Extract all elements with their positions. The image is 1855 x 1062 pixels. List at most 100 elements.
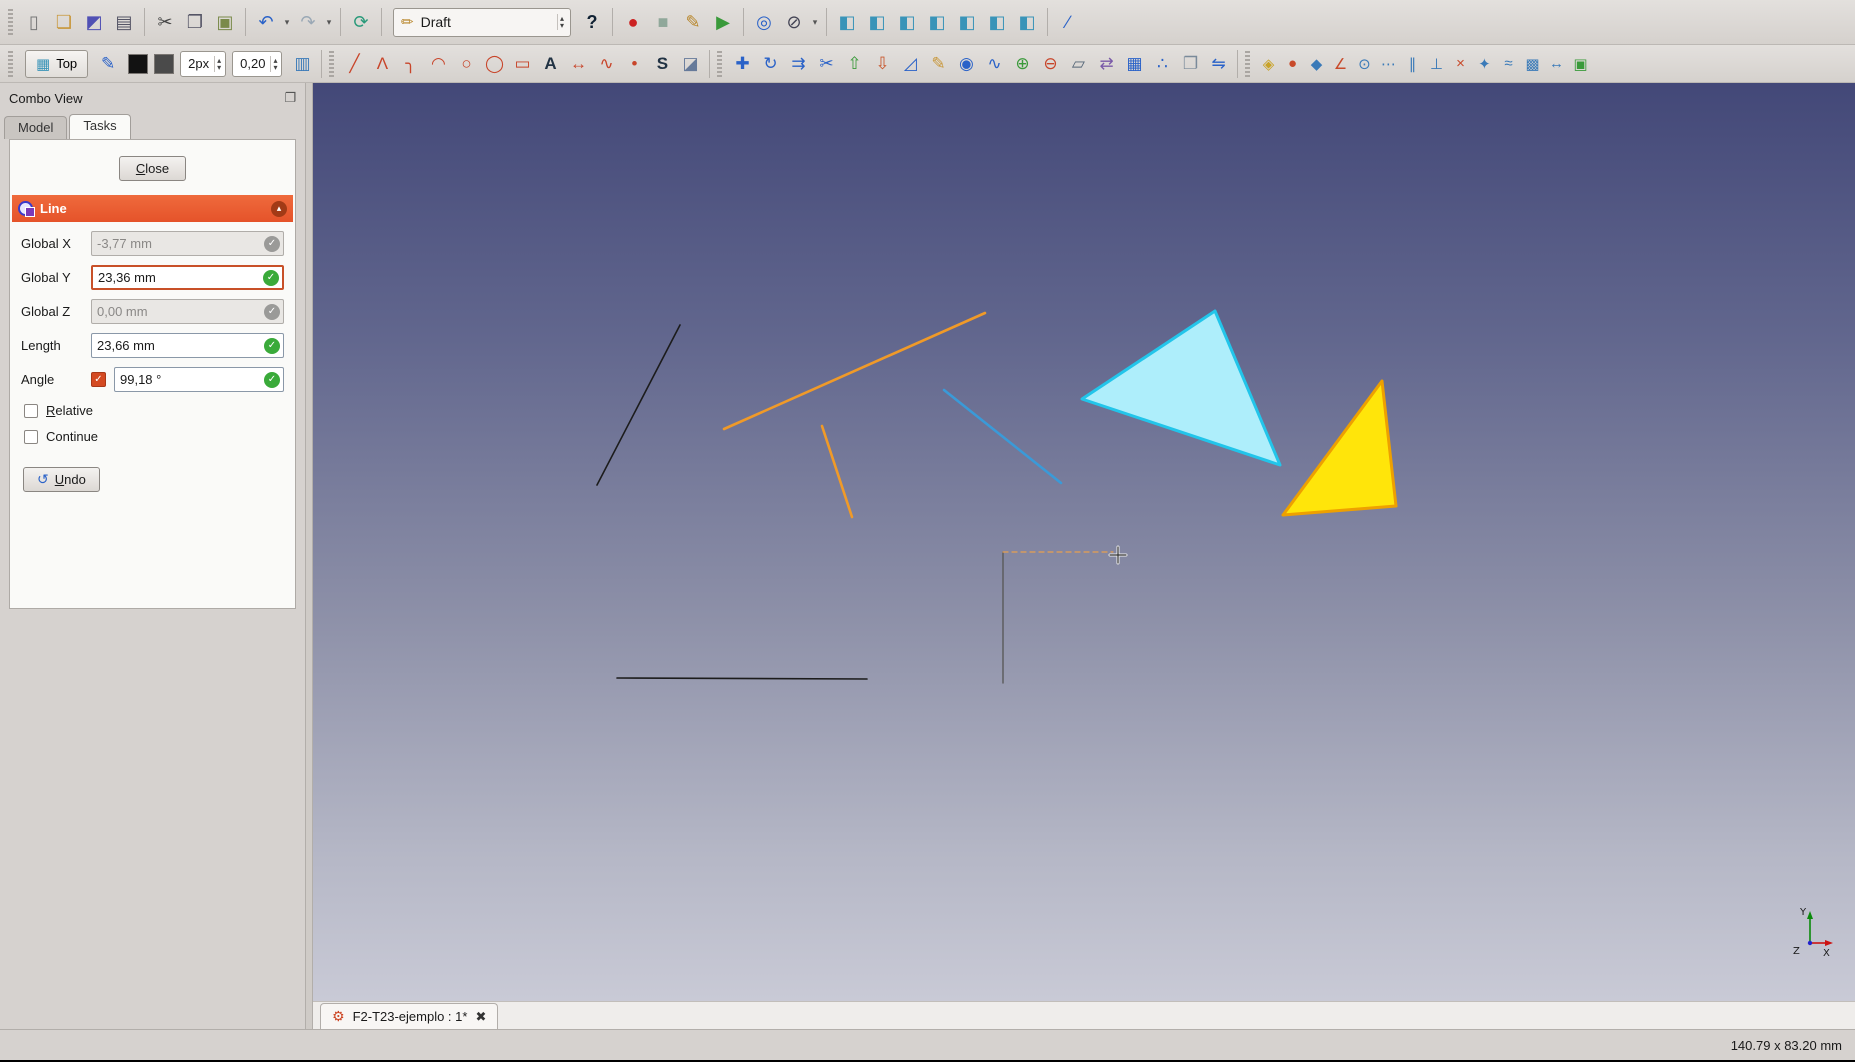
paste-button[interactable]: ▣ bbox=[210, 7, 240, 37]
save-document-button[interactable]: ◩ bbox=[79, 7, 109, 37]
draft-polyline-button[interactable]: Λ bbox=[368, 50, 396, 78]
close-tab-icon[interactable]: ✖ bbox=[475, 1009, 486, 1025]
text-scale-spinner[interactable]: 0,20 ▴ ▾ bbox=[232, 51, 282, 77]
yellow-triangle[interactable] bbox=[1283, 381, 1396, 515]
draft-dimension-button[interactable]: ↔ bbox=[564, 50, 592, 78]
face-color-swatch[interactable] bbox=[154, 54, 174, 74]
spinner-arrows-icon[interactable]: ▴ ▾ bbox=[270, 56, 279, 72]
undo-button[interactable]: ↺ Undo bbox=[23, 467, 100, 492]
working-plane-button[interactable]: ▦ Top bbox=[25, 50, 88, 78]
view-rear-button[interactable]: ◧ bbox=[952, 7, 982, 37]
spin-down-icon[interactable]: ▾ bbox=[217, 64, 221, 71]
snap-midpoint-button[interactable]: ◆ bbox=[1304, 52, 1328, 76]
macro-record-button[interactable]: ● bbox=[618, 7, 648, 37]
draft-fillet-button[interactable]: ╮ bbox=[396, 50, 424, 78]
snap-lock-button[interactable]: ◈ bbox=[1256, 52, 1280, 76]
global-x-input[interactable]: -3,77 mm ✓ bbox=[91, 231, 284, 256]
measure-distance-button[interactable]: ∕ bbox=[1053, 7, 1083, 37]
3d-viewport[interactable]: Y X Z bbox=[313, 83, 1855, 1001]
collapse-task-icon[interactable]: ▴ bbox=[271, 201, 287, 217]
set-style-button[interactable]: ✎ bbox=[94, 50, 122, 78]
snap-working-plane-button[interactable]: ▣ bbox=[1568, 52, 1592, 76]
view-left-button[interactable]: ◧ bbox=[1012, 7, 1042, 37]
view-top-button[interactable]: ◧ bbox=[892, 7, 922, 37]
line-task-header[interactable]: Line ▴ bbox=[12, 195, 293, 222]
draft-shapestring-button[interactable]: S bbox=[648, 50, 676, 78]
spin-down-icon[interactable]: ▾ bbox=[560, 22, 564, 29]
view-front-button[interactable]: ◧ bbox=[862, 7, 892, 37]
workbench-selector[interactable]: ✏ Draft ▴ ▾ bbox=[393, 8, 571, 37]
draft-line-button[interactable]: ╱ bbox=[340, 50, 368, 78]
cyan-triangle[interactable] bbox=[1082, 311, 1280, 465]
float-panel-icon[interactable]: ❐ bbox=[284, 90, 296, 106]
view-right-button[interactable]: ◧ bbox=[922, 7, 952, 37]
draft-array-button[interactable]: ▦ bbox=[1120, 50, 1148, 78]
spin-down-icon[interactable]: ▾ bbox=[273, 64, 277, 71]
length-input[interactable]: 23,66 mm ✓ bbox=[91, 333, 284, 358]
snap-angle-button[interactable]: ∠ bbox=[1328, 52, 1352, 76]
draft-mirror-button[interactable]: ⇋ bbox=[1204, 50, 1232, 78]
draft-path-array-button[interactable]: ∴ bbox=[1148, 50, 1176, 78]
view-bottom-button[interactable]: ◧ bbox=[982, 7, 1012, 37]
workbench-spinner-icon[interactable]: ▴ ▾ bbox=[557, 14, 566, 30]
snap-extension-button[interactable]: ⋯ bbox=[1376, 52, 1400, 76]
line-width-spinner[interactable]: 2px ▴ ▾ bbox=[180, 51, 226, 77]
relative-checkbox[interactable] bbox=[24, 404, 38, 418]
line-color-swatch[interactable] bbox=[128, 54, 148, 74]
close-button[interactable]: Close bbox=[119, 156, 186, 181]
undo-dropdown-arrow[interactable]: ▾ bbox=[281, 7, 293, 37]
continue-checkbox[interactable] bbox=[24, 430, 38, 444]
draft-rotate-button[interactable]: ↻ bbox=[756, 50, 784, 78]
document-tab[interactable]: ⚙ F2-T23-ejemplo : 1* ✖ bbox=[320, 1003, 498, 1029]
orange-line-short[interactable] bbox=[822, 426, 852, 517]
blue-line[interactable] bbox=[944, 390, 1061, 483]
snap-intersection-button[interactable]: × bbox=[1448, 52, 1472, 76]
draft-to-sketch-button[interactable]: ⇄ bbox=[1092, 50, 1120, 78]
refresh-button[interactable]: ⟳ bbox=[346, 7, 376, 37]
orange-line-long[interactable] bbox=[724, 313, 985, 429]
whats-this-button[interactable]: ? bbox=[577, 7, 607, 37]
snap-center-button[interactable]: ⊙ bbox=[1352, 52, 1376, 76]
angle-input[interactable]: 99,18 ° ✓ bbox=[114, 367, 284, 392]
draft-point-button[interactable]: • bbox=[620, 50, 648, 78]
tab-model[interactable]: Model bbox=[4, 116, 67, 139]
draft-offset-button[interactable]: ⇉ bbox=[784, 50, 812, 78]
snap-parallel-button[interactable]: ∥ bbox=[1400, 52, 1424, 76]
redo-dropdown-arrow[interactable]: ▾ bbox=[323, 7, 335, 37]
draw-style-dropdown-arrow[interactable]: ▾ bbox=[809, 7, 821, 37]
draft-clone-button[interactable]: ❐ bbox=[1176, 50, 1204, 78]
spinner-arrows-icon[interactable]: ▴ ▾ bbox=[214, 56, 223, 72]
macro-execute-button[interactable]: ▶ bbox=[708, 7, 738, 37]
draft-remove-point-button[interactable]: ⊖ bbox=[1036, 50, 1064, 78]
draft-facebinder-button[interactable]: ◪ bbox=[676, 50, 704, 78]
draft-edit-button[interactable]: ✎ bbox=[924, 50, 952, 78]
print-button[interactable]: ▤ bbox=[109, 7, 139, 37]
draft-subelement-button[interactable]: ◉ bbox=[952, 50, 980, 78]
undo-button[interactable]: ↶ bbox=[251, 7, 281, 37]
snap-special-button[interactable]: ✦ bbox=[1472, 52, 1496, 76]
global-z-input[interactable]: 0,00 mm ✓ bbox=[91, 299, 284, 324]
tab-tasks[interactable]: Tasks bbox=[69, 114, 130, 139]
snap-ortho-button[interactable]: ⊥ bbox=[1424, 52, 1448, 76]
draft-bspline-button[interactable]: ∿ bbox=[592, 50, 620, 78]
draft-shape2dview-button[interactable]: ▱ bbox=[1064, 50, 1092, 78]
copy-button[interactable]: ❐ bbox=[180, 7, 210, 37]
draft-text-button[interactable]: A bbox=[536, 50, 564, 78]
draft-ellipse-button[interactable]: ◯ bbox=[480, 50, 508, 78]
autogroup-button[interactable]: ▥ bbox=[288, 50, 316, 78]
draw-style-button[interactable]: ⊘ bbox=[779, 7, 809, 37]
snap-near-button[interactable]: ≈ bbox=[1496, 52, 1520, 76]
draft-trimex-button[interactable]: ✂ bbox=[812, 50, 840, 78]
black-horizontal-line[interactable] bbox=[617, 678, 867, 679]
angle-lock-checkbox[interactable]: ✓ bbox=[91, 372, 106, 387]
draft-wire-to-bspline-button[interactable]: ∿ bbox=[980, 50, 1008, 78]
draft-arc-button[interactable]: ◠ bbox=[424, 50, 452, 78]
new-document-button[interactable]: ▯ bbox=[19, 7, 49, 37]
cut-button[interactable]: ✂ bbox=[150, 7, 180, 37]
panel-splitter[interactable] bbox=[306, 83, 313, 1029]
draft-rectangle-button[interactable]: ▭ bbox=[508, 50, 536, 78]
zoom-fit-button[interactable]: ◎ bbox=[749, 7, 779, 37]
macro-edit-button[interactable]: ✎ bbox=[678, 7, 708, 37]
draft-upgrade-button[interactable]: ⇧ bbox=[840, 50, 868, 78]
macro-stop-button[interactable]: ■ bbox=[648, 7, 678, 37]
